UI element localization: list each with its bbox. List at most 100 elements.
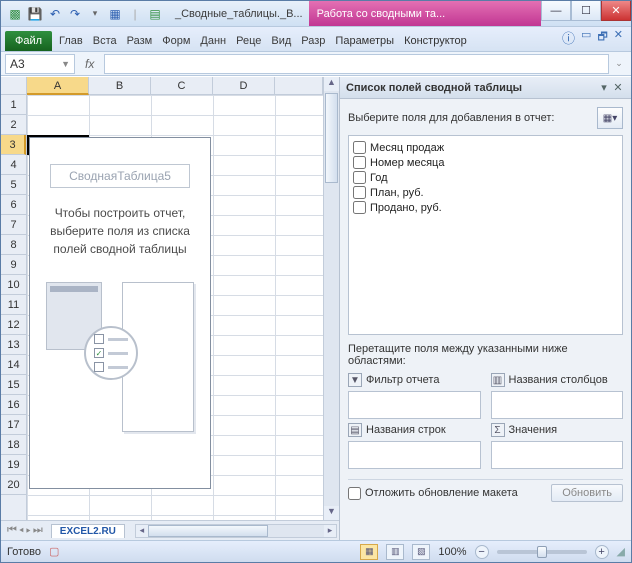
row-header-7[interactable]: 7: [1, 215, 26, 235]
maximize-button[interactable]: ☐: [571, 1, 601, 21]
pane-title-bar[interactable]: Список полей сводной таблицы ▾ ✕: [340, 77, 631, 99]
scroll-down-icon[interactable]: ▼: [324, 506, 339, 520]
undo-icon[interactable]: ↶: [47, 6, 63, 22]
scroll-up-icon[interactable]: ▲: [324, 77, 339, 91]
field-item[interactable]: Год: [353, 170, 618, 185]
field-item[interactable]: План, руб.: [353, 185, 618, 200]
row-header-18[interactable]: 18: [1, 435, 26, 455]
field-checkbox[interactable]: [353, 201, 366, 214]
zoom-percent[interactable]: 100%: [438, 546, 466, 558]
vertical-scrollbar[interactable]: ▲ ▼: [323, 77, 339, 520]
column-header-D[interactable]: D: [213, 77, 275, 95]
row-header-1[interactable]: 1: [1, 95, 26, 115]
defer-update-input[interactable]: [348, 487, 361, 500]
field-item[interactable]: Номер месяца: [353, 155, 618, 170]
tab-data[interactable]: Данн: [195, 31, 231, 51]
pivot-text-line1: Чтобы построить отчет,: [40, 204, 200, 222]
formula-input[interactable]: [104, 54, 609, 74]
view-page-break-button[interactable]: ▧: [412, 544, 430, 560]
sheet-nav-buttons[interactable]: ⏮◂▸⏭: [1, 524, 51, 537]
zoom-slider[interactable]: [497, 550, 587, 554]
pivot-table-placeholder[interactable]: СводнаяТаблица5 Чтобы построить отчет, в…: [29, 137, 211, 489]
column-header-A[interactable]: A: [27, 77, 89, 95]
row-header-16[interactable]: 16: [1, 395, 26, 415]
areas-prompt: Перетащите поля между указанными ниже об…: [348, 341, 623, 367]
hscroll-thumb[interactable]: [148, 525, 268, 537]
ribbon-minimize-icon[interactable]: ▭: [581, 28, 591, 47]
tab-review[interactable]: Реце: [231, 31, 266, 51]
row-header-6[interactable]: 6: [1, 195, 26, 215]
cells-area[interactable]: СводнаяТаблица5 Чтобы построить отчет, в…: [27, 95, 323, 520]
sheet-tab-active[interactable]: EXCEL2.RU: [51, 524, 125, 538]
workbook-restore-icon[interactable]: 🗗: [597, 28, 607, 47]
hscroll-right-icon[interactable]: ▸: [324, 525, 336, 537]
update-button[interactable]: Обновить: [551, 484, 623, 502]
row-header-5[interactable]: 5: [1, 175, 26, 195]
row-header-9[interactable]: 9: [1, 255, 26, 275]
help-icon[interactable]: ⓘ: [562, 28, 575, 47]
tab-developer[interactable]: Разр: [296, 31, 330, 51]
formula-bar-expand-icon[interactable]: ⌄: [611, 58, 627, 69]
pane-close-icon[interactable]: ✕: [611, 81, 625, 94]
zoom-slider-knob[interactable]: [537, 546, 547, 558]
qat-more-icon[interactable]: ▾: [87, 6, 103, 22]
tab-insert[interactable]: Вста: [88, 31, 122, 51]
field-checkbox[interactable]: [353, 171, 366, 184]
workbook-close-icon[interactable]: ✕: [614, 28, 623, 47]
column-header-B[interactable]: B: [89, 77, 151, 95]
tab-home[interactable]: Глав: [54, 31, 88, 51]
tab-page-layout[interactable]: Разм: [122, 31, 158, 51]
name-box-dropdown-icon[interactable]: ▼: [61, 59, 70, 69]
scroll-thumb[interactable]: [325, 93, 338, 183]
view-normal-button[interactable]: ▦: [360, 544, 378, 560]
tab-pivot-options[interactable]: Параметры: [330, 31, 399, 51]
tab-view[interactable]: Вид: [266, 31, 296, 51]
field-checkbox[interactable]: [353, 186, 366, 199]
scroll-track[interactable]: [324, 91, 339, 506]
row-header-11[interactable]: 11: [1, 295, 26, 315]
row-header-15[interactable]: 15: [1, 375, 26, 395]
close-button[interactable]: ✕: [601, 1, 631, 21]
zoom-in-button[interactable]: +: [595, 545, 609, 559]
zoom-out-button[interactable]: −: [475, 545, 489, 559]
row-header-19[interactable]: 19: [1, 455, 26, 475]
resize-grip-icon[interactable]: ◢: [617, 545, 625, 558]
defer-update-checkbox[interactable]: Отложить обновление макета: [348, 487, 545, 500]
field-checkbox[interactable]: [353, 156, 366, 169]
save-icon[interactable]: 💾: [27, 6, 43, 22]
hscroll-left-icon[interactable]: ◂: [136, 525, 148, 537]
row-header-4[interactable]: 4: [1, 155, 26, 175]
area-values-box[interactable]: [491, 441, 624, 469]
area-rows-box[interactable]: [348, 441, 481, 469]
area-columns-box[interactable]: [491, 391, 624, 419]
field-item[interactable]: Месяц продаж: [353, 140, 618, 155]
row-header-14[interactable]: 14: [1, 355, 26, 375]
pivot-icon[interactable]: ▦: [107, 6, 123, 22]
row-header-20[interactable]: 20: [1, 475, 26, 495]
pane-layout-button[interactable]: ▦▾: [597, 107, 623, 129]
macro-record-icon[interactable]: ▢: [49, 545, 59, 558]
tab-formulas[interactable]: Форм: [157, 31, 195, 51]
row-header-12[interactable]: 12: [1, 315, 26, 335]
row-header-2[interactable]: 2: [1, 115, 26, 135]
row-header-10[interactable]: 10: [1, 275, 26, 295]
view-page-layout-button[interactable]: ▥: [386, 544, 404, 560]
fx-label[interactable]: fx: [77, 57, 102, 71]
tab-pivot-design[interactable]: Конструктор: [399, 31, 472, 51]
row-header-8[interactable]: 8: [1, 235, 26, 255]
pane-menu-icon[interactable]: ▾: [597, 81, 611, 94]
area-filter-box[interactable]: [348, 391, 481, 419]
select-all-corner[interactable]: [1, 77, 27, 95]
horizontal-scrollbar[interactable]: ◂ ▸: [135, 524, 337, 538]
field-checkbox[interactable]: [353, 141, 366, 154]
row-header-17[interactable]: 17: [1, 415, 26, 435]
minimize-button[interactable]: —: [541, 1, 571, 21]
redo-icon[interactable]: ↷: [67, 6, 83, 22]
column-header-C[interactable]: C: [151, 77, 213, 95]
name-box[interactable]: A3 ▼: [5, 54, 75, 74]
field-item[interactable]: Продано, руб.: [353, 200, 618, 215]
row-header-13[interactable]: 13: [1, 335, 26, 355]
row-header-3[interactable]: 3: [1, 135, 26, 155]
fields-list-box[interactable]: Месяц продажНомер месяцаГодПлан, руб.Про…: [348, 135, 623, 335]
file-tab[interactable]: Файл: [5, 31, 52, 51]
